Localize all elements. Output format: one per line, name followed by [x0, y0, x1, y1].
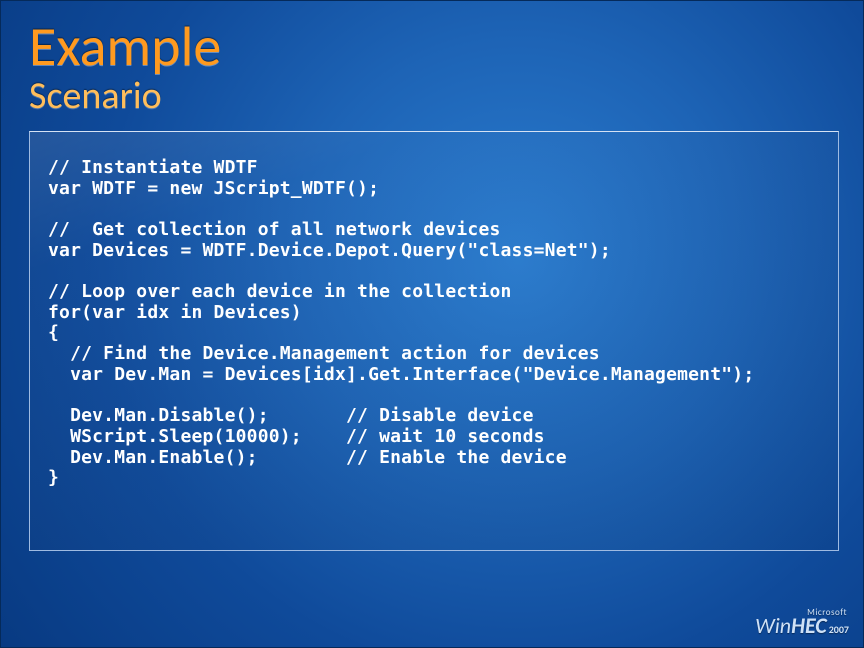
code-line: var WDTF = new JScript_WDTF(); [48, 178, 379, 199]
code-line: WScript.Sleep(10000); // wait 10 seconds [48, 426, 545, 447]
slide-subtitle: Scenario [29, 77, 835, 117]
slide: Example Scenario // Instantiate WDTF var… [0, 0, 864, 648]
brand-part-a: Win [755, 612, 791, 639]
code-line: for(var idx in Devices) [48, 302, 302, 323]
code-line: // Get collection of all network devices [48, 219, 501, 240]
code-line: Dev.Man.Disable(); // Disable device [48, 405, 534, 426]
code-sample: // Instantiate WDTF var WDTF = new JScri… [29, 131, 839, 551]
code-line: Dev.Man.Enable(); // Enable the device [48, 447, 567, 468]
code-line: { [48, 322, 59, 343]
code-line: // Instantiate WDTF [48, 157, 258, 178]
code-line: var Dev.Man = Devices[idx].Get.Interface… [48, 364, 754, 385]
slide-title: Example [29, 19, 835, 75]
code-line: // Find the Device.Management action for… [48, 343, 600, 364]
code-line: // Loop over each device in the collecti… [48, 281, 512, 302]
brand-label: WinHEC2007 [755, 612, 849, 639]
winhec-watermark: Microsoft WinHEC2007 [755, 608, 849, 637]
code-line: } [48, 467, 59, 488]
code-line: var Devices = WDTF.Device.Depot.Query("c… [48, 240, 611, 261]
brand-part-b: HEC [791, 612, 827, 639]
brand-year: 2007 [829, 623, 849, 636]
